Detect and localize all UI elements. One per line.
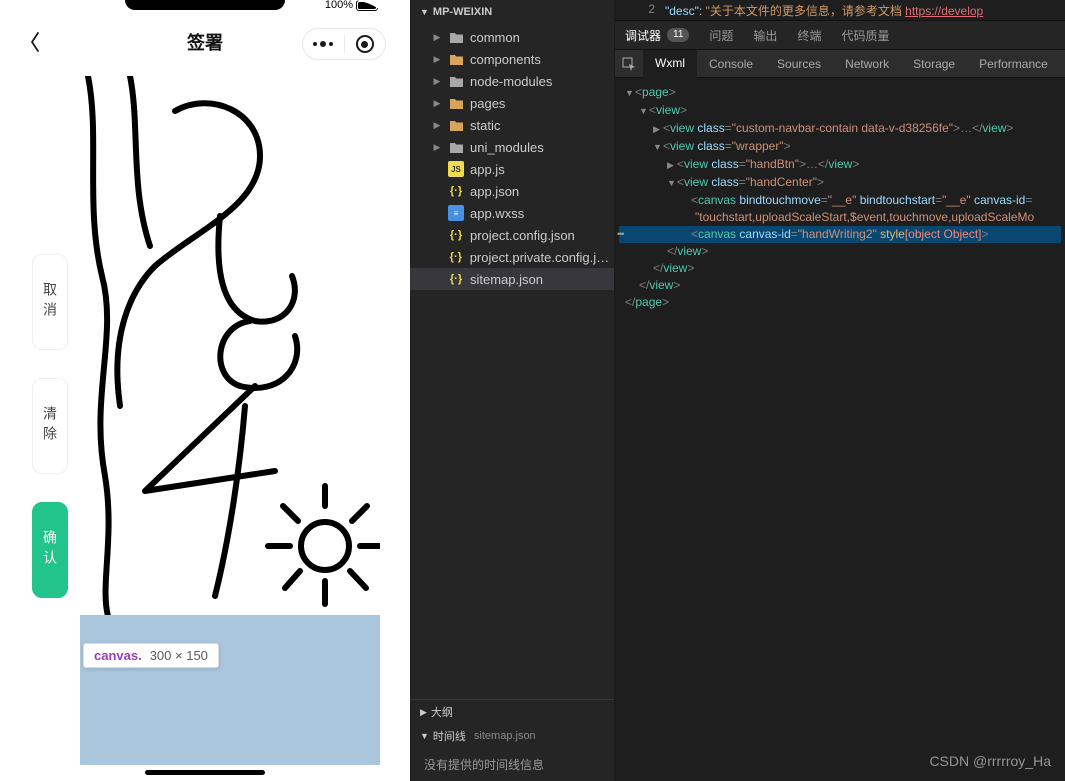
element-picker-icon[interactable] [615, 50, 643, 78]
chevron-right-icon: ▶ [420, 707, 427, 718]
tree-item-label: app.js [470, 162, 505, 177]
nav-bar: 签署 [10, 18, 400, 66]
capsule-more-icon[interactable] [303, 29, 344, 59]
cancel-button[interactable]: 取消 [32, 254, 68, 350]
folder-static[interactable]: ▶static [410, 114, 614, 136]
json-file-icon: {·} [448, 227, 464, 243]
debugger-badge: 11 [667, 28, 689, 42]
battery-text: 100% [325, 0, 353, 11]
tab-code-quality[interactable]: 代码质量 [831, 20, 899, 50]
file-app.js[interactable]: JS app.js [410, 158, 614, 180]
devtools-panel: 2 "desc": "关于本文件的更多信息，请参考文档 https://deve… [615, 0, 1065, 781]
app-body: 取消 清除 确认 [10, 66, 400, 781]
timeline-file: sitemap.json [474, 730, 536, 742]
folder-uni_modules[interactable]: ▶uni_modules [410, 136, 614, 158]
tab-problems[interactable]: 问题 [699, 20, 743, 50]
folder-icon [448, 51, 464, 67]
watermark: CSDN @rrrrroy_Ha [929, 753, 1051, 769]
tree-item-label: uni_modules [470, 140, 544, 155]
bottom-tabbar: 调试器 11 问题 输出 终端 代码质量 [615, 20, 1065, 50]
battery-indicator: 100% [325, 0, 378, 10]
back-button[interactable] [28, 30, 44, 54]
timeline-label: 时间线 [433, 728, 466, 744]
tree-item-label: sitemap.json [470, 272, 543, 287]
tab-performance[interactable]: Performance [967, 50, 1060, 78]
side-buttons: 取消 清除 确认 [32, 254, 68, 598]
tab-console[interactable]: Console [697, 50, 765, 78]
folder-node-modules[interactable]: ▶node-modules [410, 70, 614, 92]
outline-header[interactable]: ▶ 大纲 [410, 700, 614, 724]
tab-network[interactable]: Network [833, 50, 901, 78]
element-inspect-tooltip: canvas. 300 × 150 [83, 643, 219, 668]
file-explorer: ▼ MP-WEIXIN ▶common▶components▶node-modu… [410, 0, 615, 781]
tree-item-label: app.wxss [470, 206, 524, 221]
tooltip-dimensions: 300 × 150 [150, 648, 208, 663]
file-tree: ▶common▶components▶node-modules▶pages▶st… [410, 24, 614, 699]
handwriting-canvas[interactable] [80, 76, 380, 616]
clear-button[interactable]: 清除 [32, 378, 68, 474]
status-bar: 100% [10, 0, 400, 10]
tree-item-label: node-modules [470, 74, 552, 89]
folder-icon [448, 73, 464, 89]
second-canvas-overlay[interactable] [80, 615, 380, 765]
outline-label: 大纲 [431, 704, 453, 720]
tree-item-label: app.json [470, 184, 519, 199]
tab-terminal[interactable]: 终端 [787, 20, 831, 50]
tab-sources[interactable]: Sources [765, 50, 833, 78]
folder-components[interactable]: ▶components [410, 48, 614, 70]
file-project.private.config.js…[interactable]: {·} project.private.config.js… [410, 246, 614, 268]
tab-debugger[interactable]: 调试器 11 [615, 20, 699, 50]
page-title: 签署 [187, 29, 223, 55]
file-app.wxss[interactable]: ≡ app.wxss [410, 202, 614, 224]
capsule-close-icon[interactable] [345, 29, 386, 59]
folder-icon [448, 29, 464, 45]
folder-pages[interactable]: ▶pages [410, 92, 614, 114]
dom-tree[interactable]: ▼<page> ▼<view> ▶<view class="custom-nav… [615, 78, 1065, 781]
js-file-icon: JS [448, 161, 464, 177]
timeline-empty-text: 没有提供的时间线信息 [410, 748, 614, 781]
wxss-file-icon: ≡ [448, 205, 464, 221]
tree-item-label: static [470, 118, 500, 133]
json-file-icon: {·} [448, 183, 464, 199]
home-indicator [145, 770, 265, 775]
file-project.config.json[interactable]: {·} project.config.json [410, 224, 614, 246]
project-name: MP-WEIXIN [433, 6, 492, 18]
outline-section: ▶ 大纲 ▼ 时间线 sitemap.json 没有提供的时间线信息 [410, 699, 614, 781]
chevron-down-icon: ▼ [420, 7, 429, 17]
capsule-menu[interactable] [302, 28, 386, 60]
file-sitemap.json[interactable]: {·} sitemap.json [410, 268, 614, 290]
tree-item-label: components [470, 52, 541, 67]
handwriting-strokes [80, 76, 380, 616]
file-app.json[interactable]: {·} app.json [410, 180, 614, 202]
simulator-column: 100% 签署 取消 清除 确认 [0, 0, 410, 781]
dom-selected-node[interactable]: <canvas canvas-id="handWriting2" style[o… [619, 226, 1061, 243]
json-file-icon: {·} [448, 249, 464, 265]
folder-common[interactable]: ▶common [410, 26, 614, 48]
confirm-button[interactable]: 确认 [32, 502, 68, 598]
tree-item-label: project.private.config.js… [470, 250, 614, 265]
tooltip-tagname: canvas. [94, 648, 142, 663]
tab-output[interactable]: 输出 [743, 20, 787, 50]
tree-item-label: pages [470, 96, 505, 111]
tree-item-label: project.config.json [470, 228, 575, 243]
battery-icon [356, 0, 378, 11]
tab-storage[interactable]: Storage [901, 50, 967, 78]
folder-icon [448, 117, 464, 133]
chevron-down-icon: ▼ [420, 731, 429, 741]
json-file-icon: {·} [448, 271, 464, 287]
devtools-tabbar: Wxml Console Sources Network Storage Per… [615, 50, 1065, 78]
tab-wxml[interactable]: Wxml [643, 50, 697, 78]
folder-icon [448, 95, 464, 111]
line-number: 2 [635, 2, 655, 20]
explorer-project-header[interactable]: ▼ MP-WEIXIN [410, 0, 614, 24]
code-preview-line: 2 "desc": "关于本文件的更多信息，请参考文档 https://deve… [615, 0, 1065, 20]
timeline-header[interactable]: ▼ 时间线 sitemap.json [410, 724, 614, 748]
tree-item-label: common [470, 30, 520, 45]
device-frame: 100% 签署 取消 清除 确认 [10, 0, 400, 781]
folder-icon [448, 139, 464, 155]
